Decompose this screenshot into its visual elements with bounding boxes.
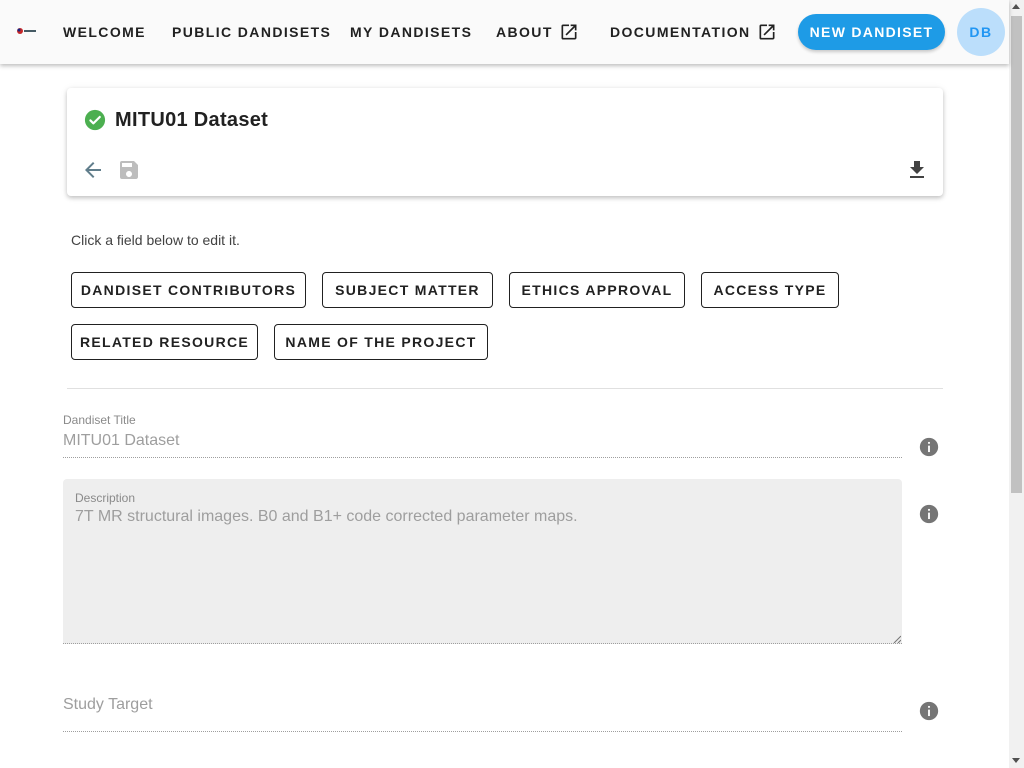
- description-field[interactable]: Description 7T MR structural images. B0 …: [63, 479, 902, 644]
- access-type-button[interactable]: ACCESS TYPE: [701, 272, 839, 308]
- scroll-up-arrow-icon[interactable]: [1012, 4, 1020, 9]
- dandiset-title-field[interactable]: MITU01 Dataset: [63, 432, 179, 450]
- nav-documentation[interactable]: DOCUMENTATION: [610, 0, 777, 64]
- resize-handle-icon[interactable]: [893, 635, 901, 643]
- section-divider: [67, 388, 943, 389]
- nav-about-label: ABOUT: [496, 24, 553, 40]
- description-label: Description: [75, 491, 136, 505]
- dandi-logo[interactable]: [16, 26, 38, 38]
- nav-my-dandisets[interactable]: MY DANDISETS: [350, 0, 472, 64]
- info-icon[interactable]: [918, 503, 940, 525]
- page-scrollbar[interactable]: [1009, 0, 1024, 768]
- dandiset-header-card: MITU01 Dataset: [67, 88, 943, 196]
- new-dandiset-button[interactable]: NEW DANDISET: [798, 14, 945, 50]
- nav-public-dandisets[interactable]: PUBLIC DANDISETS: [172, 0, 331, 64]
- app-bar: WELCOME PUBLIC DANDISETS MY DANDISETS AB…: [0, 0, 1009, 64]
- nav-documentation-label: DOCUMENTATION: [610, 24, 751, 40]
- description-field-underline: [63, 643, 902, 644]
- save-icon[interactable]: [117, 158, 141, 182]
- scroll-down-arrow-icon[interactable]: [1012, 758, 1020, 763]
- description-value: 7T MR structural images. B0 and B1+ code…: [75, 508, 578, 525]
- name-of-the-project-button[interactable]: NAME OF THE PROJECT: [274, 324, 488, 360]
- open-in-new-icon: [561, 24, 577, 40]
- check-circle-icon: [84, 109, 106, 131]
- edit-hint-text: Click a field below to edit it.: [71, 232, 240, 248]
- open-in-new-icon: [759, 24, 775, 40]
- nav-about[interactable]: ABOUT: [496, 0, 579, 64]
- title-field-underline: [63, 457, 902, 458]
- dandiset-title: MITU01 Dataset: [115, 109, 269, 131]
- info-icon[interactable]: [918, 700, 940, 722]
- dandiset-contributors-button[interactable]: DANDISET CONTRIBUTORS: [71, 272, 306, 308]
- download-icon[interactable]: [905, 158, 929, 182]
- ethics-approval-button[interactable]: ETHICS APPROVAL: [509, 272, 685, 308]
- study-target-label[interactable]: Study Target: [63, 696, 153, 714]
- subject-matter-button[interactable]: SUBJECT MATTER: [322, 272, 493, 308]
- related-resource-button[interactable]: RELATED RESOURCE: [71, 324, 258, 360]
- info-icon[interactable]: [918, 436, 940, 458]
- arrow-left-icon[interactable]: [81, 158, 105, 182]
- nav-welcome[interactable]: WELCOME: [63, 0, 146, 64]
- user-avatar[interactable]: DB: [957, 8, 1005, 56]
- scroll-thumb[interactable]: [1011, 16, 1022, 493]
- study-target-underline: [63, 731, 902, 732]
- dandiset-title-label: Dandiset Title: [63, 413, 136, 427]
